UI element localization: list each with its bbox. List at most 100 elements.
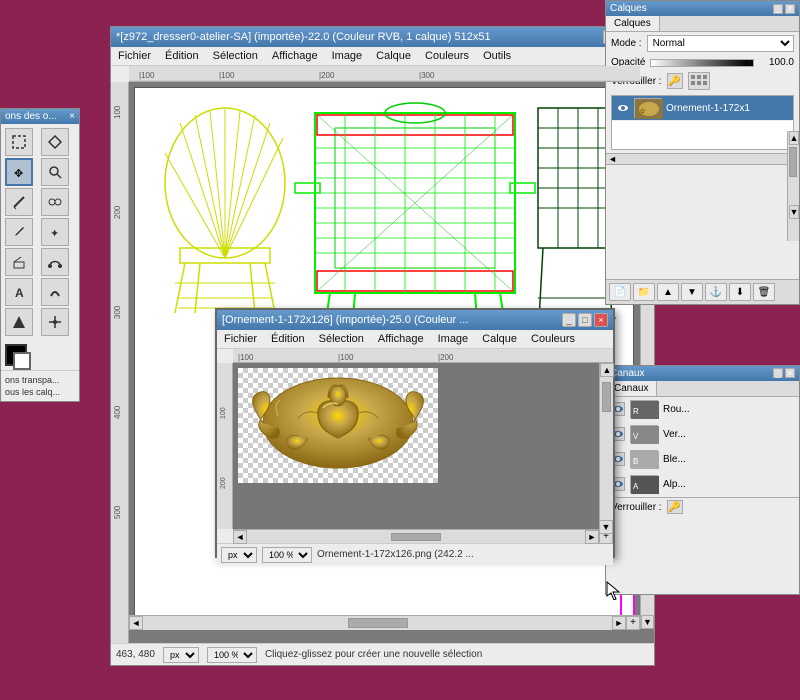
layer-merge-btn[interactable]: ⬇ <box>729 283 751 301</box>
toolbox-panel: ons des o... × ✥ ✦ <box>0 108 80 402</box>
svg-text:A: A <box>633 482 639 491</box>
menu-edition[interactable]: Édition <box>162 49 202 63</box>
layer-eye-icon[interactable] <box>616 101 630 115</box>
lock-pattern <box>688 72 710 90</box>
ornament-maximize[interactable]: □ <box>578 313 592 327</box>
tool-pencil[interactable] <box>5 188 33 216</box>
ornament-v-thumb <box>602 382 611 412</box>
tool-smudge[interactable] <box>41 278 69 306</box>
menu-affichage[interactable]: Affichage <box>269 49 321 63</box>
layers-h-scroll-left[interactable]: ◄ <box>606 154 619 164</box>
ornament-canvas[interactable] <box>233 363 599 529</box>
ruler-horizontal: |100 |100 |200 |300 <box>129 66 640 82</box>
ornament-menu-affichage[interactable]: Affichage <box>375 332 427 346</box>
layers-h-scrollbar[interactable]: ◄ ► <box>606 153 799 165</box>
tool-zoom[interactable] <box>41 158 69 186</box>
mode-select[interactable]: Normal <box>647 35 794 52</box>
ornament-menu-calque[interactable]: Calque <box>479 332 520 346</box>
svg-text:300: 300 <box>113 305 122 319</box>
tool-clone[interactable] <box>41 188 69 216</box>
menu-image[interactable]: Image <box>329 49 366 63</box>
layers-toolbar: 📄 📁 ▲ ▼ ⚓ ⬇ 🗑 <box>606 279 799 304</box>
layer-delete-btn[interactable]: 🗑 <box>753 283 775 301</box>
layers-v-scrollbar[interactable]: ▲ ▼ <box>787 131 799 241</box>
tool-eraser[interactable] <box>5 248 33 276</box>
new-layer-btn[interactable]: 📄 <box>609 283 631 301</box>
layer-folder-btn[interactable]: 📁 <box>633 283 655 301</box>
scroll-left-btn[interactable]: ◄ <box>129 616 143 630</box>
channels-minimize[interactable]: _ <box>773 368 783 378</box>
tool-paintbrush[interactable] <box>5 218 33 246</box>
layers-close[interactable]: × <box>785 4 795 14</box>
channels-lock-btn[interactable]: 🔑 <box>667 500 683 514</box>
ornament-unit-select[interactable]: px <box>221 547 257 563</box>
ornament-h-scroll-right[interactable]: ► <box>585 530 599 544</box>
channel-alpha-name: Alp... <box>663 479 686 490</box>
layer-item[interactable]: ✿ Ornement-1-172x1 <box>612 96 793 121</box>
tool-bucket[interactable] <box>5 308 33 336</box>
layer-thumbnail: ✿ <box>634 98 662 118</box>
option-transparent-label: ons transpa... <box>5 375 75 385</box>
tool-move[interactable]: ✥ <box>5 158 33 186</box>
ornament-v-scrollbar[interactable]: ▲ ▼ <box>599 363 613 529</box>
scroll-down-btn[interactable]: ▼ <box>641 615 654 629</box>
layers-scroll-up[interactable]: ▲ <box>789 131 799 145</box>
channels-close[interactable]: × <box>785 368 795 378</box>
tool-heal[interactable]: ✦ <box>41 218 69 246</box>
layers-scroll-down[interactable]: ▼ <box>789 205 799 219</box>
toolbox-titlebar: ons des o... × <box>1 109 79 124</box>
menu-outils[interactable]: Outils <box>480 49 514 63</box>
ornament-minimize[interactable]: _ <box>562 313 576 327</box>
ornament-close[interactable]: × <box>594 313 608 327</box>
ornament-scroll-down[interactable]: ▼ <box>599 520 613 534</box>
scroll-corner[interactable]: + <box>626 616 640 630</box>
tool-rect-select[interactable] <box>5 128 33 156</box>
background-color[interactable] <box>13 352 31 370</box>
layer-up-btn[interactable]: ▲ <box>657 283 679 301</box>
tool-path[interactable] <box>41 248 69 276</box>
channel-green-name: Ver... <box>663 429 686 440</box>
svg-text:✦: ✦ <box>50 228 59 240</box>
ornament-menu-couleurs[interactable]: Couleurs <box>528 332 578 346</box>
layers-minimize[interactable]: _ <box>773 4 783 14</box>
status-hint: Cliquez-glissez pour créer une nouvelle … <box>265 649 482 660</box>
ornament-menu-image[interactable]: Image <box>435 332 472 346</box>
tool-fuzzy-select[interactable] <box>41 128 69 156</box>
main-title: *[z972_dresser0-atelier-SA] (importée)-2… <box>116 31 491 43</box>
channel-thumb-alpha: A <box>630 475 658 493</box>
scroll-right-btn[interactable]: ► <box>612 616 626 630</box>
ornament-menu-fichier[interactable]: Fichier <box>221 332 260 346</box>
layers-panel: Calques _ × Calques Mode : Normal Opacit… <box>605 0 800 305</box>
layer-down-btn[interactable]: ▼ <box>681 283 703 301</box>
menu-couleurs[interactable]: Couleurs <box>422 49 472 63</box>
ornament-svg <box>238 368 438 483</box>
tool-crosshair[interactable] <box>41 308 69 336</box>
toolbox-close[interactable]: × <box>69 111 75 122</box>
lock-pixels-btn[interactable]: 🔑 <box>667 73 683 89</box>
status-bar: 463, 480 px 100 % Cliquez-glissez pour c… <box>111 643 654 665</box>
tab-calques[interactable]: Calques <box>606 16 660 31</box>
channels-title: Canaux <box>610 368 644 379</box>
unit-selector[interactable]: px <box>163 647 199 663</box>
mode-label: Mode : <box>611 38 642 49</box>
menu-fichier[interactable]: Fichier <box>115 49 154 63</box>
svg-text:✿: ✿ <box>640 108 645 115</box>
menu-selection[interactable]: Sélection <box>210 49 261 63</box>
opacity-slider[interactable] <box>650 59 754 67</box>
ornament-menu-edition[interactable]: Édition <box>268 332 308 346</box>
foreground-color[interactable] <box>5 344 27 366</box>
ornament-h-scrollbar[interactable]: ◄ ► + <box>233 529 613 543</box>
zoom-selector[interactable]: 100 % <box>207 647 257 663</box>
svg-text:|100: |100 <box>219 71 235 80</box>
menu-calque[interactable]: Calque <box>373 49 414 63</box>
tool-text[interactable]: A <box>5 278 33 306</box>
ornament-h-scroll-left[interactable]: ◄ <box>233 530 247 544</box>
h-scrollbar[interactable]: ◄ ► + <box>129 615 640 629</box>
ornament-menu-selection[interactable]: Sélection <box>316 332 367 346</box>
ornament-scroll-up[interactable]: ▲ <box>600 363 614 377</box>
channels-lock-label: Verrouiller : <box>611 502 662 513</box>
svg-text:400: 400 <box>113 405 122 419</box>
ornament-zoom-select[interactable]: 100 % <box>262 547 312 563</box>
layer-anchor-btn[interactable]: ⚓ <box>705 283 727 301</box>
svg-text:|100: |100 <box>338 353 354 362</box>
